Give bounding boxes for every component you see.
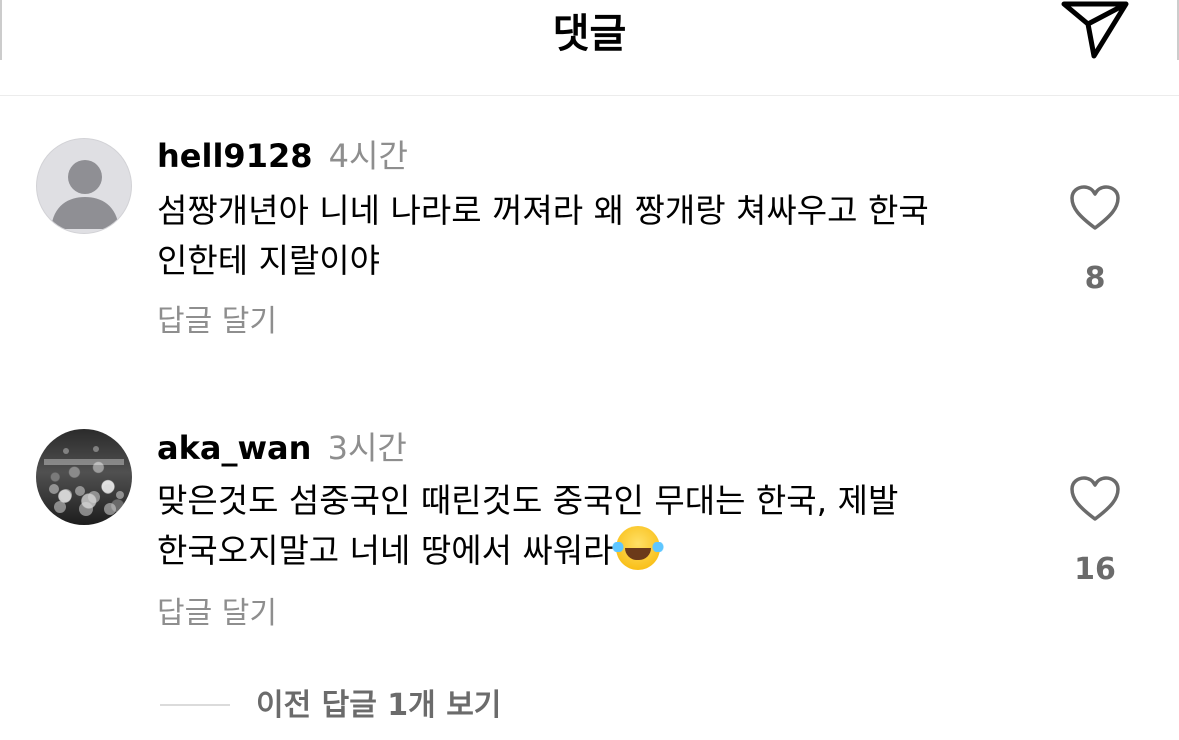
comment-text-body: 맞은것도 섬중국인 때린것도 중국인 무대는 한국, 제발 한국오지말고 너네 … [157,481,899,570]
comment-meta: aka_wan 3시간 [157,426,407,470]
concert-crowd-photo [44,446,124,516]
comment-meta: hell9128 4시간 [157,134,408,178]
heart-icon [1070,476,1120,521]
reply-button[interactable]: 답글 달기 [157,302,277,342]
comment-username[interactable]: hell9128 [157,137,312,175]
send-button[interactable] [1060,0,1130,60]
face-with-tears-of-joy-icon [611,526,664,570]
comment-time: 3시간 [327,429,407,467]
heart-icon [1070,185,1120,230]
divider [160,704,230,706]
comment-text: 섬짱개년아 니네 나라로 꺼져라 왜 짱개랑 쳐싸우고 한국 인한테 지랄이야 [157,191,929,280]
paper-plane-icon [1061,1,1129,59]
avatar[interactable] [36,429,132,525]
avatar[interactable] [36,138,132,234]
comments-header: 댓글 [0,0,1179,96]
like-button[interactable] [1069,184,1121,232]
like-button[interactable] [1069,475,1121,523]
page-title: 댓글 [552,11,627,57]
view-previous-replies-label: 이전 답글 1개 보기 [256,688,502,723]
comment-time: 4시간 [328,137,408,175]
comment-text: 맞은것도 섬중국인 때린것도 중국인 무대는 한국, 제발 한국오지말고 너네 … [157,476,1037,576]
like-count: 16 [1074,552,1116,587]
default-avatar-icon [51,160,119,229]
like-count: 8 [1084,261,1106,296]
reply-button[interactable]: 답글 달기 [157,594,277,634]
comment-username[interactable]: aka_wan [157,429,311,467]
